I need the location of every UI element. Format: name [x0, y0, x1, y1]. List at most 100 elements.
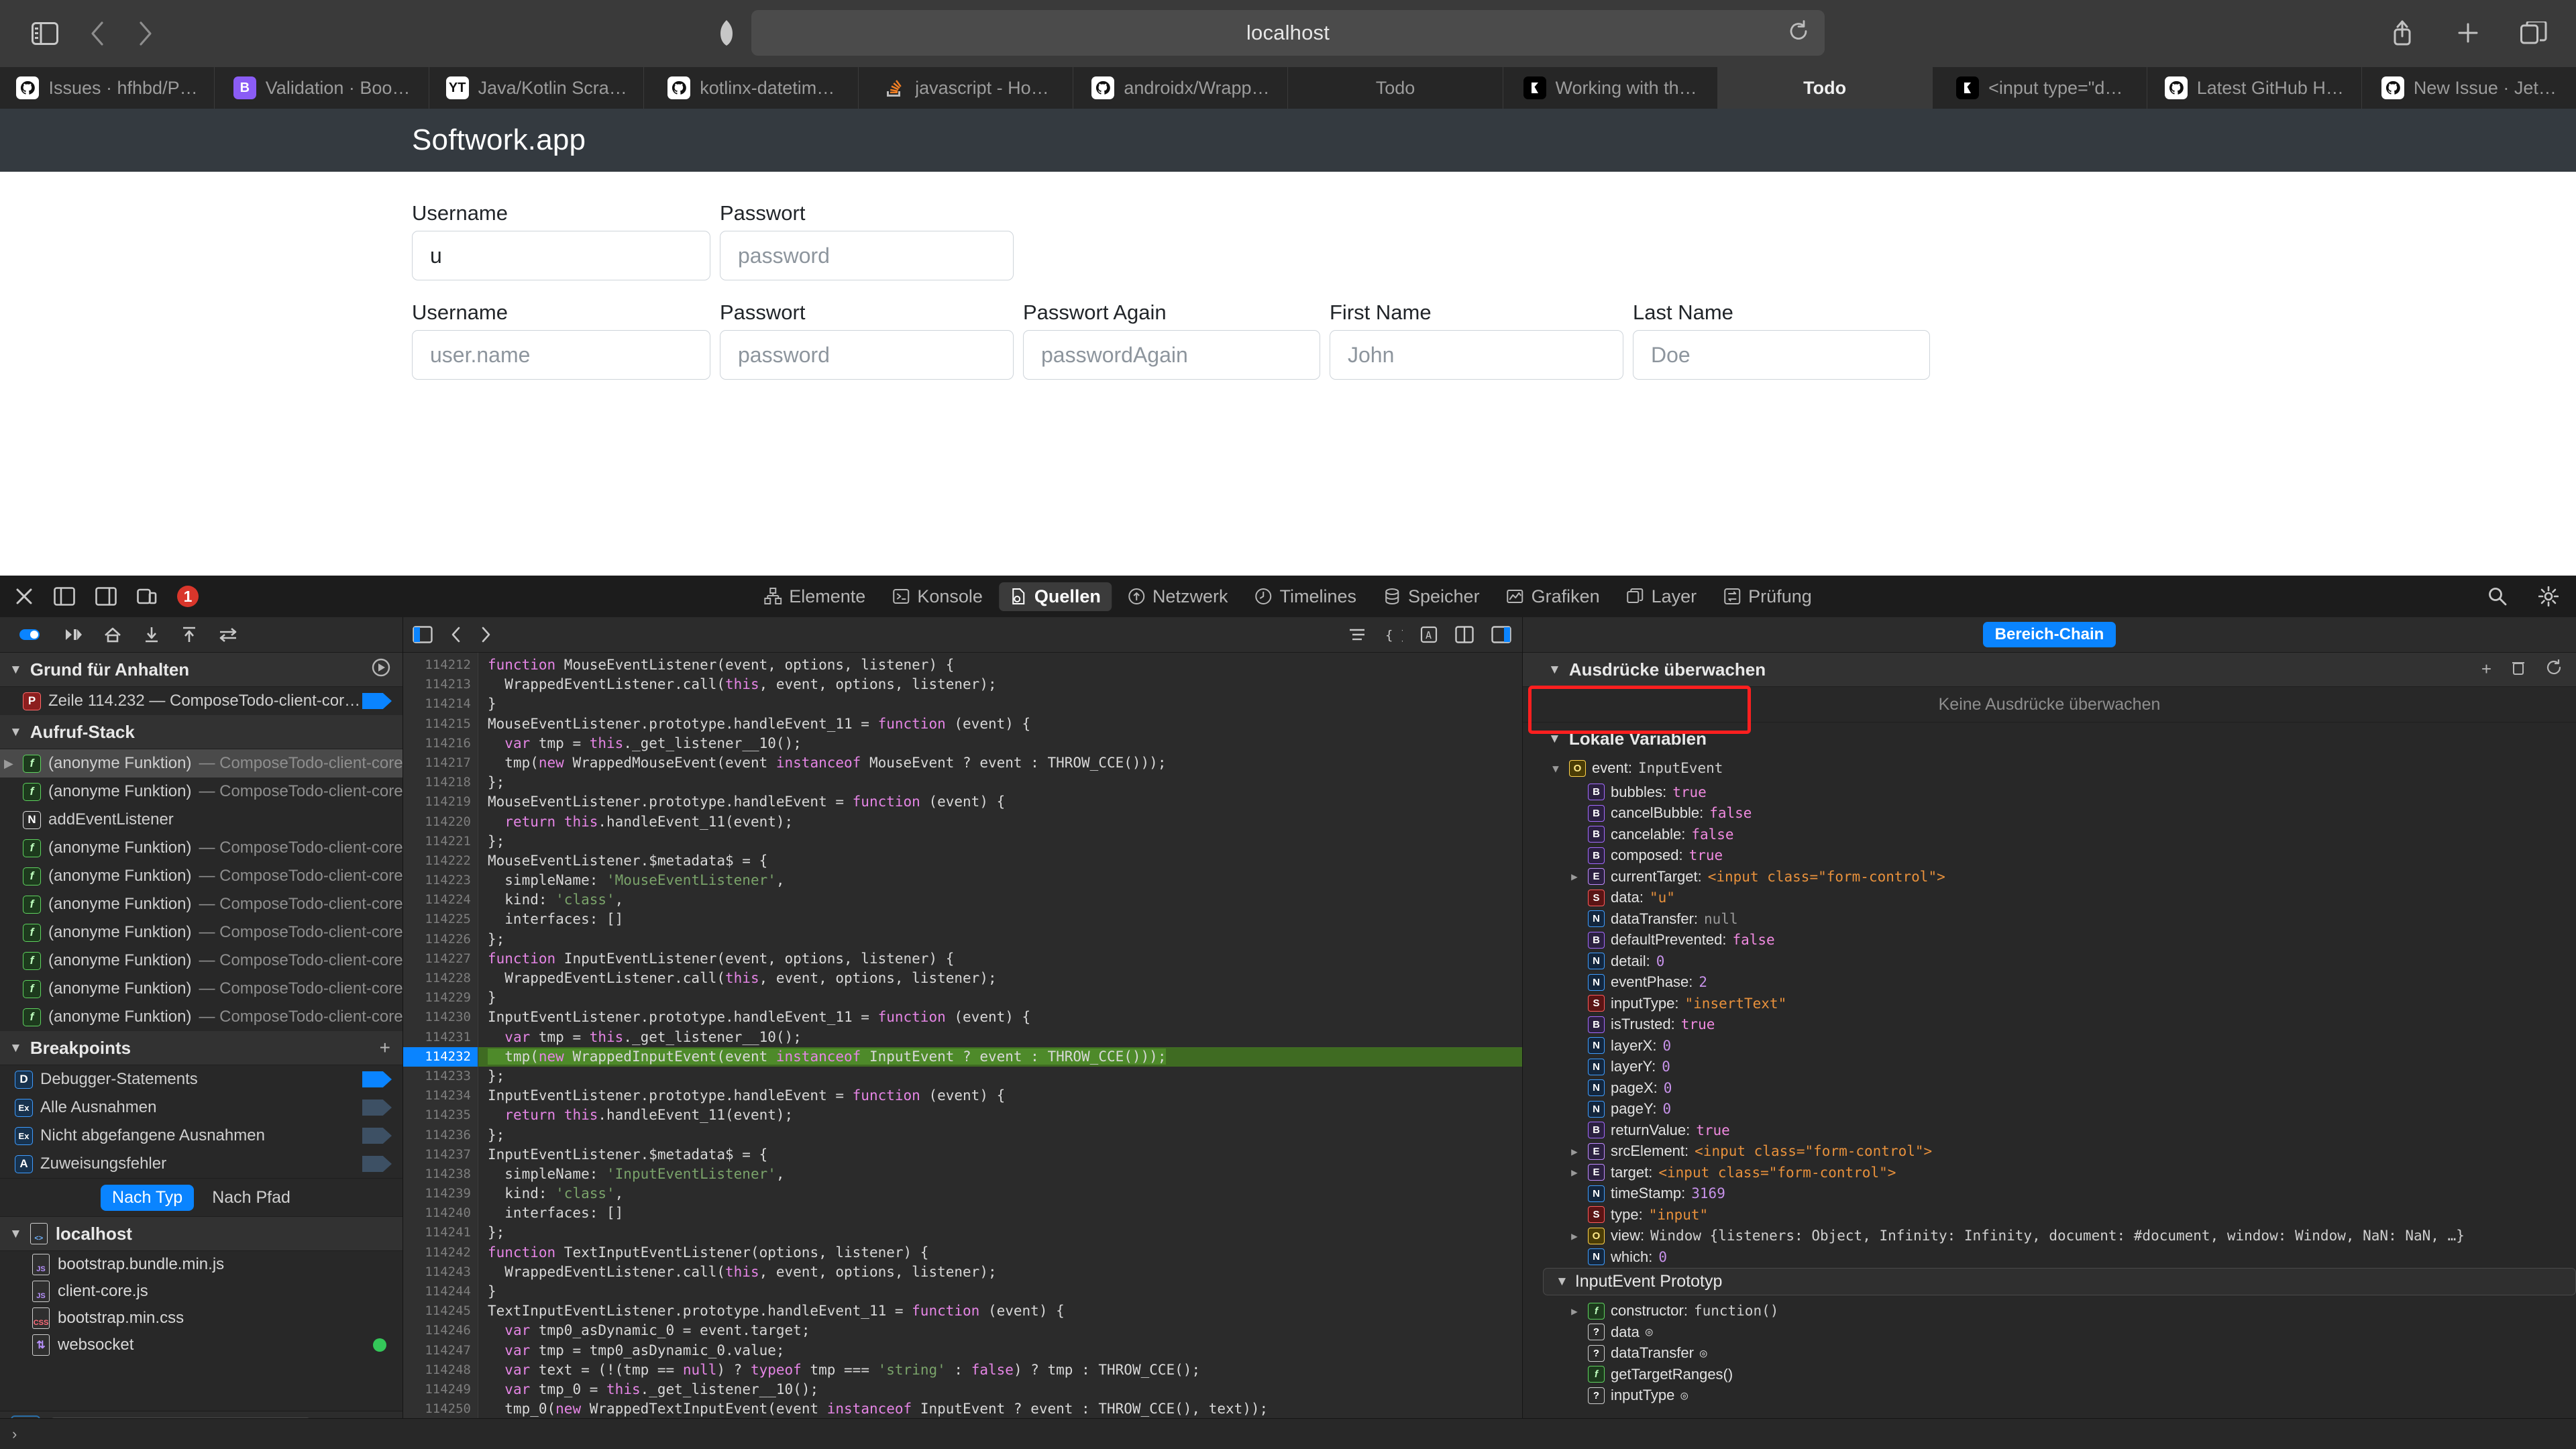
local-property-row-18[interactable]: ▶ Etarget: <input class="form-control"> — [1523, 1162, 2576, 1183]
line-number[interactable]: 114236 — [403, 1126, 478, 1145]
code-line[interactable]: var text = (!(tmp == null) ? typeof tmp … — [478, 1360, 1522, 1380]
line-number[interactable]: 114243 — [403, 1263, 478, 1282]
code-line[interactable]: var tmp = this._get_listener__10(); — [478, 734, 1522, 753]
breakpoint-row-1[interactable]: Ex Alle Ausnahmen — [0, 1093, 402, 1122]
breakpoint-toggle-flag-icon[interactable] — [362, 1128, 392, 1144]
chevron-down-icon[interactable]: ▼ — [9, 1228, 22, 1240]
line-number-gutter[interactable]: 114212 114213 114214 114215 114216 114217 1142… — [403, 653, 478, 1449]
code-line[interactable]: } — [478, 988, 1522, 1008]
chevron-right-icon[interactable]: ▶ — [1567, 1145, 1582, 1158]
line-number[interactable]: 114249 — [403, 1380, 478, 1399]
code-line[interactable]: InputEventListener.prototype.handleEvent… — [478, 1086, 1522, 1106]
line-number[interactable]: 114241 — [403, 1223, 478, 1242]
line-number[interactable]: 114227 — [403, 949, 478, 969]
code-line[interactable]: WrappedEventListener.call(this, event, o… — [478, 969, 1522, 988]
line-number[interactable]: 114213 — [403, 675, 478, 694]
section-resources-localhost[interactable]: ▼ <> localhost — [0, 1217, 402, 1251]
local-property-row-0[interactable]: ▶Bbubbles:true — [1523, 782, 2576, 803]
line-number[interactable]: 114214 — [403, 694, 478, 714]
delete-watch-icon[interactable] — [2510, 659, 2526, 681]
code-line[interactable]: var tmp = this._get_listener__10(); — [478, 1028, 1522, 1047]
local-property-row-21[interactable]: ▶ Oview: Window {listeners: Object, Infini… — [1523, 1226, 2576, 1247]
code-area[interactable]: 114212 114213 114214 114215 114216 114217 1142… — [403, 653, 1522, 1449]
line-number[interactable]: 114247 — [403, 1341, 478, 1360]
line-number[interactable]: 114235 — [403, 1106, 478, 1125]
line-number[interactable]: 114239 — [403, 1184, 478, 1203]
browser-tab-7[interactable]: Working with th… — [1503, 67, 1718, 109]
register-input-3[interactable]: John — [1330, 330, 1623, 380]
split-panel-icon[interactable] — [1455, 626, 1474, 643]
line-number[interactable]: 114250 — [403, 1399, 478, 1419]
step-over-icon[interactable] — [63, 627, 82, 643]
chevron-down-icon[interactable]: ▼ — [9, 726, 22, 739]
breakpoint-row-3[interactable]: A Zuweisungsfehler — [0, 1150, 402, 1178]
grouping-segment-nach-typ[interactable]: Nach Typ — [101, 1184, 195, 1211]
address-bar[interactable]: localhost — [751, 10, 1825, 56]
code-line[interactable]: function InputEventListener(event, optio… — [478, 949, 1522, 969]
step-out-home-icon[interactable] — [103, 627, 122, 643]
resource-file-2[interactable]: CSS bootstrap.min.css — [0, 1305, 402, 1332]
browser-tab-8[interactable]: Todo — [1717, 67, 1933, 109]
local-property-row-20[interactable]: ▶Stype:"input" — [1523, 1204, 2576, 1226]
code-line[interactable]: function TextInputEventListener(options,… — [478, 1243, 1522, 1263]
line-number[interactable]: 114218 — [403, 773, 478, 792]
call-stack-frame-1[interactable]: f (anonyme Funktion) — ComposeTodo-client… — [0, 777, 402, 806]
breakpoint-row-2[interactable]: Ex Nicht abgefangene Ausnahmen — [0, 1122, 402, 1150]
add-breakpoint-button[interactable]: + — [380, 1037, 390, 1059]
share-icon[interactable] — [2384, 15, 2420, 51]
inspector-tab-layer[interactable]: Layer — [1616, 582, 1708, 611]
code-line[interactable]: }; — [478, 1126, 1522, 1145]
breakpoint-toggle-flag-icon[interactable] — [362, 1099, 392, 1116]
inspector-tab-timelines[interactable]: Timelines — [1244, 582, 1367, 611]
code-line[interactable]: }; — [478, 832, 1522, 851]
line-number[interactable]: 114232 — [403, 1046, 478, 1067]
code-line[interactable]: return this.handleEvent_11(event); — [478, 1106, 1522, 1125]
editor-back-icon[interactable] — [450, 626, 462, 643]
show-scope-panel-icon[interactable] — [1491, 626, 1511, 643]
local-property-row-22[interactable]: ▶Nwhich:0 — [1523, 1246, 2576, 1268]
code-line[interactable]: }; — [478, 1223, 1522, 1242]
local-property-row-10[interactable]: ▶SinputType:"insertText" — [1523, 993, 2576, 1014]
line-number[interactable]: 114228 — [403, 969, 478, 988]
prototype-property-row-0[interactable]: ▶ f constructor: function() — [1523, 1301, 2576, 1322]
line-number[interactable]: 114246 — [403, 1321, 478, 1340]
browser-tab-2[interactable]: YT Java/Kotlin Scra… — [429, 67, 645, 109]
local-property-row-5[interactable]: ▶Sdata:"u" — [1523, 888, 2576, 909]
browser-tab-10[interactable]: Latest GitHub H… — [2147, 67, 2362, 109]
inspector-tab-quellen[interactable]: Quellen — [998, 582, 1112, 611]
chevron-right-icon[interactable]: ▶ — [1567, 1230, 1582, 1242]
line-number[interactable]: 114217 — [403, 753, 478, 773]
call-stack-frame-4[interactable]: f (anonyme Funktion) — ComposeTodo-client… — [0, 862, 402, 890]
code-line[interactable]: function MouseEventListener(event, optio… — [478, 655, 1522, 675]
code-line[interactable]: kind: 'class', — [478, 1184, 1522, 1203]
chevron-down-icon[interactable]: ▼ — [1556, 1275, 1568, 1288]
line-number[interactable]: 114226 — [403, 930, 478, 949]
code-line[interactable]: interfaces: [] — [478, 1203, 1522, 1223]
call-stack-frame-7[interactable]: f (anonyme Funktion) — ComposeTodo-client… — [0, 947, 402, 975]
call-stack-frame-0[interactable]: ▶ f (anonyme Funktion) — ComposeTodo-clien… — [0, 749, 402, 777]
show-navigator-icon[interactable] — [413, 626, 433, 643]
local-property-row-12[interactable]: ▶NlayerX:0 — [1523, 1035, 2576, 1057]
getter-eye-icon[interactable]: ◎ — [1680, 1389, 1688, 1403]
code-line[interactable]: tmp_0(new WrappedTextInputEvent(event in… — [478, 1399, 1522, 1419]
dock-bottom-icon[interactable] — [54, 587, 75, 606]
local-property-row-9[interactable]: ▶NeventPhase:2 — [1523, 972, 2576, 994]
chevron-right-icon[interactable]: ▶ — [1567, 870, 1582, 883]
section-call-stack[interactable]: ▼ Aufruf-Stack — [0, 715, 402, 749]
local-property-row-6[interactable]: ▶NdataTransfer:null — [1523, 908, 2576, 930]
resource-file-3[interactable]: ⇅ websocket — [0, 1332, 402, 1358]
line-number[interactable]: 114240 — [403, 1203, 478, 1223]
login-input-1[interactable]: password — [720, 231, 1014, 280]
browser-tab-5[interactable]: androidx/Wrapp… — [1073, 67, 1289, 109]
call-stack-frame-9[interactable]: f (anonyme Funktion) — ComposeTodo-client… — [0, 1003, 402, 1031]
call-stack-frame-3[interactable]: f (anonyme Funktion) — ComposeTodo-client… — [0, 834, 402, 862]
call-stack-frame-8[interactable]: f (anonyme Funktion) — ComposeTodo-client… — [0, 975, 402, 1003]
line-number[interactable]: 114222 — [403, 851, 478, 871]
register-input-1[interactable]: password — [720, 330, 1014, 380]
line-number[interactable]: 114245 — [403, 1301, 478, 1321]
close-inspector-icon[interactable] — [15, 587, 34, 606]
browser-tab-6[interactable]: Todo — [1288, 67, 1503, 109]
pause-resume-toggle-icon[interactable] — [19, 627, 42, 643]
pretty-print-icon[interactable] — [1348, 626, 1366, 643]
local-property-row-19[interactable]: ▶NtimeStamp:3169 — [1523, 1183, 2576, 1205]
